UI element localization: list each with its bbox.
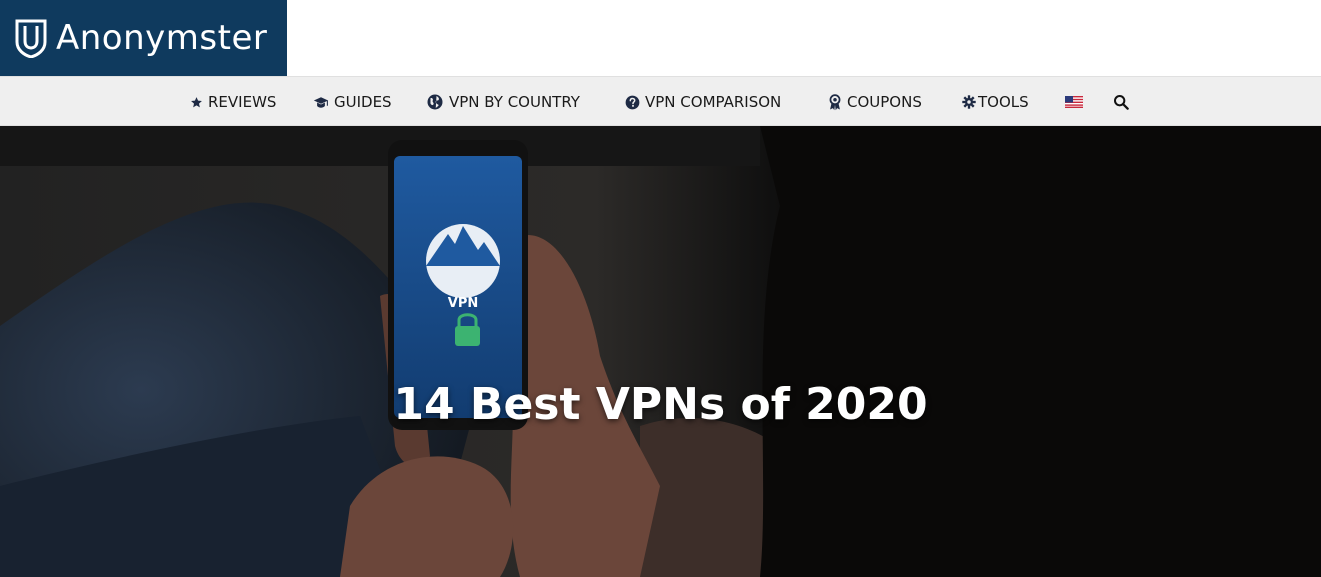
nav-label-vpn-by-country: VPN BY COUNTRY bbox=[449, 93, 580, 111]
gear-icon bbox=[962, 95, 976, 109]
main-navigation: REVIEWS GUIDES VPN BY COUNTRY VPN COMPAR… bbox=[0, 76, 1321, 126]
us-flag-icon bbox=[1065, 96, 1083, 108]
nav-label-tools: TOOLS bbox=[978, 93, 1029, 111]
language-selector[interactable] bbox=[1065, 77, 1088, 127]
graduation-cap-icon bbox=[313, 96, 329, 108]
nav-item-vpn-comparison[interactable]: VPN COMPARISON bbox=[625, 77, 781, 127]
nav-label-reviews: REVIEWS bbox=[208, 93, 277, 111]
nav-item-reviews[interactable]: REVIEWS bbox=[190, 77, 276, 127]
nav-label-coupons: COUPONS bbox=[847, 93, 922, 111]
nav-label-guides: GUIDES bbox=[334, 93, 392, 111]
nav-item-tools[interactable]: TOOLS bbox=[962, 77, 1029, 127]
nav-label-vpn-comparison: VPN COMPARISON bbox=[645, 93, 782, 111]
star-icon bbox=[191, 96, 202, 107]
brand-name: Anonymster bbox=[56, 18, 268, 58]
site-header: Anonymster bbox=[0, 0, 1321, 76]
search-button[interactable] bbox=[1113, 77, 1134, 127]
nav-item-guides[interactable]: GUIDES bbox=[313, 77, 392, 127]
nav-item-vpn-by-country[interactable]: VPN BY COUNTRY bbox=[426, 77, 580, 127]
phone-screen-label: VPN bbox=[447, 296, 479, 311]
award-icon bbox=[829, 93, 841, 110]
question-circle-icon bbox=[625, 95, 640, 109]
nav-item-coupons[interactable]: COUPONS bbox=[828, 77, 922, 127]
hero-background-image bbox=[0, 126, 1321, 577]
page-title: 14 Best VPNs of 2020 bbox=[393, 379, 928, 430]
hero-banner: VPN 14 Best VPNs of 2020 bbox=[0, 126, 1321, 577]
search-icon bbox=[1114, 95, 1129, 110]
globe-icon bbox=[427, 94, 443, 110]
site-logo[interactable]: Anonymster bbox=[0, 0, 287, 76]
shield-logo-icon bbox=[15, 19, 47, 58]
